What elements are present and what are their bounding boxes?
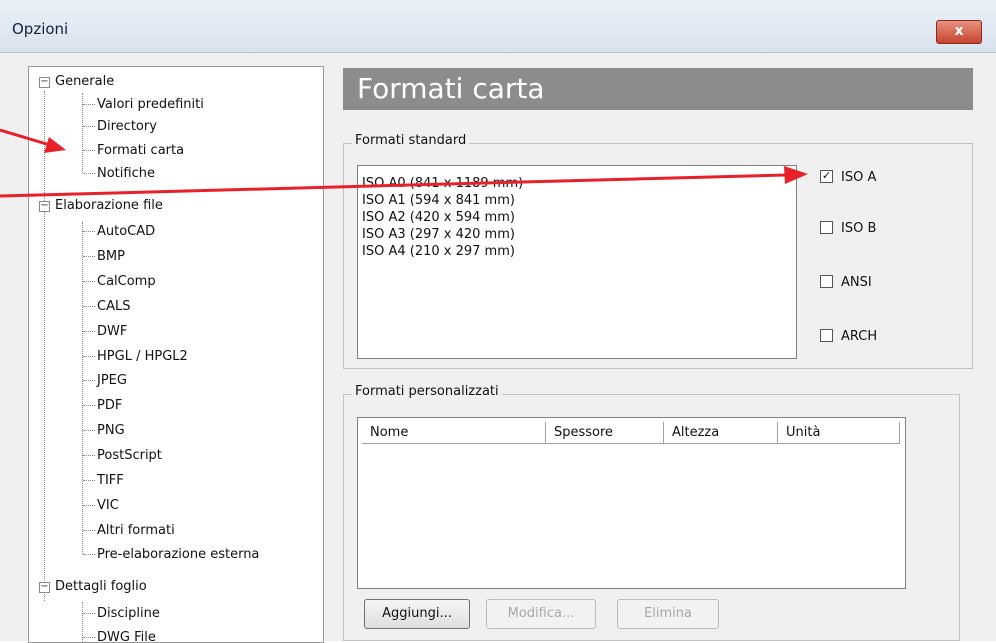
annotation-arrows xyxy=(0,128,808,198)
annotation-arrow-formati-carta xyxy=(0,128,66,153)
annotation-arrow-iso-a xyxy=(0,166,808,198)
